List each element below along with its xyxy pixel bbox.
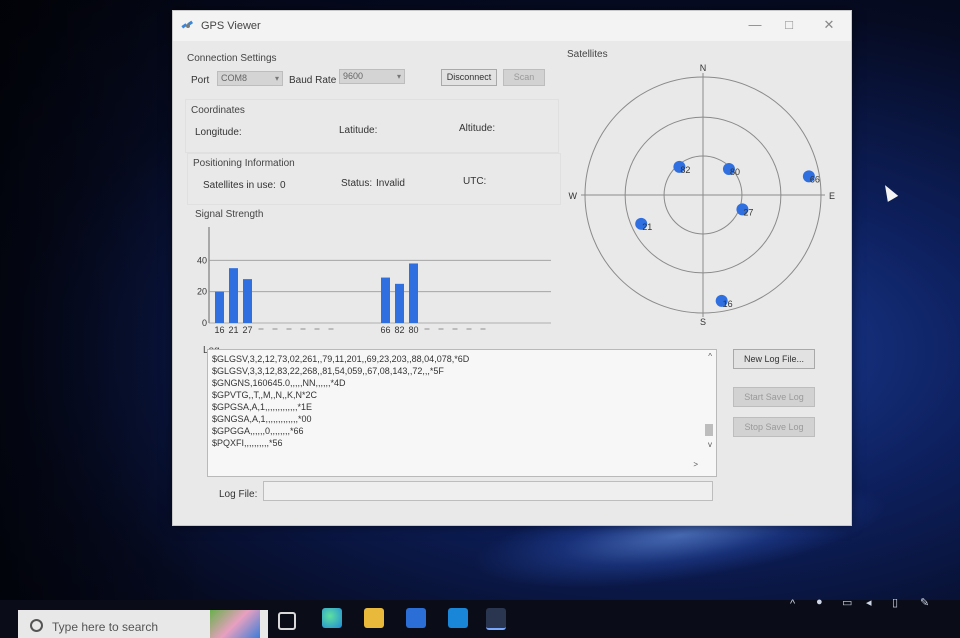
mouse-cursor-icon xyxy=(879,182,899,202)
satellite-app-icon xyxy=(181,20,194,29)
status-value: Invalid xyxy=(376,178,405,189)
log-line: $PQXFI,,,,,,,,,,*56 xyxy=(212,438,283,448)
scan-button[interactable]: Scan xyxy=(503,69,545,86)
signal-bar xyxy=(215,291,224,323)
chevron-down-icon: ▾ xyxy=(274,74,279,83)
maximize-button[interactable]: □ xyxy=(779,17,799,32)
log-line: $GLGSV,3,3,12,83,22,268,,81,54,059,,67,0… xyxy=(212,366,444,376)
satellite-marker: 21 xyxy=(635,217,652,232)
satellite-id-label: 66 xyxy=(810,174,820,184)
edge-browser-icon[interactable] xyxy=(322,608,342,628)
task-view-icon[interactable] xyxy=(278,612,296,630)
satellites-in-use-label: Satellites in use: xyxy=(203,180,276,191)
log-line: $GNGSA,A,1,,,,,,,,,,,,,*00 xyxy=(212,414,312,424)
compass-w-label: W xyxy=(569,191,578,201)
log-line: $GPGSA,A,1,,,,,,,,,,,,,*1E xyxy=(212,402,313,412)
tray-people-icon[interactable]: ● xyxy=(816,596,823,608)
baud-rate-value: 9600 xyxy=(343,71,364,81)
latitude-label: Latitude: xyxy=(339,125,378,136)
log-line: $GLGSV,3,2,12,73,02,261,,79,11,201,,69,2… xyxy=(212,354,470,364)
log-line: $GPVTG,,T,,M,,N,,K,N*2C xyxy=(212,390,318,400)
satellite-id-label: 82 xyxy=(680,165,690,175)
stop-save-log-button[interactable]: Stop Save Log xyxy=(733,417,815,437)
file-explorer-icon[interactable] xyxy=(364,608,384,628)
new-log-file-button[interactable]: New Log File... xyxy=(733,349,815,369)
network-icon[interactable]: ▯ xyxy=(892,596,898,609)
start-save-log-button[interactable]: Start Save Log xyxy=(733,387,815,407)
search-highlight-image xyxy=(210,610,260,638)
altitude-label: Altitude: xyxy=(459,123,496,134)
gps-viewer-window: GPS Viewer — □ ✕ Connection Settings Por… xyxy=(172,10,852,526)
signal-bar xyxy=(229,268,238,323)
satellite-marker: 66 xyxy=(802,170,820,184)
search-placeholder: Type here to search xyxy=(52,620,159,634)
bar-label: 21 xyxy=(228,325,238,335)
satellite-marker: 80 xyxy=(722,163,740,177)
notification-icon[interactable]: ✎ xyxy=(920,596,929,609)
y-tick-label: 0 xyxy=(202,318,207,328)
volume-icon[interactable]: ◂ xyxy=(866,596,872,609)
compass-n-label: N xyxy=(700,63,707,73)
bar-label: 82 xyxy=(394,325,404,335)
y-tick-label: 40 xyxy=(197,255,207,265)
window-title: GPS Viewer xyxy=(201,20,261,32)
positioning-heading: Positioning Information xyxy=(193,158,295,169)
log-file-field[interactable] xyxy=(263,481,713,501)
baud-rate-label: Baud Rate xyxy=(289,75,337,86)
signal-strength-chart: 0 20 40 16 21 27 66 82 80 xyxy=(197,227,551,335)
bar-label: 80 xyxy=(408,325,418,335)
search-icon xyxy=(30,619,43,632)
compass-s-label: S xyxy=(700,317,706,327)
signal-strength-heading: Signal Strength xyxy=(195,209,264,220)
satellite-id-label: 16 xyxy=(723,299,733,309)
signal-bar xyxy=(409,263,418,323)
bar-label: 66 xyxy=(380,325,390,335)
baud-rate-select[interactable]: 9600 ▾ xyxy=(339,69,405,84)
coordinates-heading: Coordinates xyxy=(191,105,245,116)
satellite-id-label: 80 xyxy=(730,167,740,177)
satellite-sky-plot: N S W E 82 80 66 27 21 16 xyxy=(569,63,836,327)
signal-bar xyxy=(243,279,252,323)
mail-icon[interactable] xyxy=(448,608,468,628)
tray-chevron-up-icon[interactable]: ^ xyxy=(790,598,795,610)
satellite-id-label: 27 xyxy=(743,207,753,217)
bar-label: 27 xyxy=(242,325,252,335)
close-button[interactable]: ✕ xyxy=(819,17,839,33)
gps-viewer-taskbar-icon[interactable] xyxy=(486,608,506,630)
connection-settings-heading: Connection Settings xyxy=(187,53,277,64)
satellites-in-use-value: 0 xyxy=(280,180,286,191)
scroll-right-icon[interactable]: > xyxy=(693,460,698,469)
port-label: Port xyxy=(191,75,210,86)
satellite-marker: 16 xyxy=(715,294,733,309)
taskbar-search-box[interactable]: Type here to search xyxy=(18,610,268,638)
compass-e-label: E xyxy=(829,191,835,201)
satellite-id-label: 21 xyxy=(642,222,652,232)
log-output[interactable]: $GLGSV,3,2,12,73,02,261,,79,11,201,,69,2… xyxy=(207,349,717,477)
satellite-marker: 82 xyxy=(673,160,690,175)
satellites-heading: Satellites xyxy=(567,49,608,60)
bar-label: 16 xyxy=(214,325,224,335)
utc-label: UTC: xyxy=(463,176,487,187)
log-line: $GNGNS,160645.0,,,,,NN,,,,,,*4D xyxy=(212,378,346,388)
battery-icon[interactable]: ▭ xyxy=(842,596,852,609)
disconnect-button[interactable]: Disconnect xyxy=(441,69,497,86)
log-file-label: Log File: xyxy=(219,489,258,500)
satellite-marker: 27 xyxy=(736,203,753,217)
store-icon[interactable] xyxy=(406,608,426,628)
scroll-down-icon[interactable]: v xyxy=(708,440,712,449)
minimize-button[interactable]: — xyxy=(745,17,765,32)
signal-bar xyxy=(395,283,404,323)
log-line: $GPGGA,,,,,,0,,,,,,,,*66 xyxy=(212,426,304,436)
title-bar[interactable]: GPS Viewer — □ ✕ xyxy=(173,11,851,41)
port-select[interactable]: COM8 ▾ xyxy=(217,71,283,86)
y-tick-label: 20 xyxy=(197,287,207,297)
chevron-down-icon: ▾ xyxy=(396,72,401,81)
vertical-scrollbar-thumb[interactable] xyxy=(705,424,713,436)
signal-bar xyxy=(381,277,390,323)
port-value: COM8 xyxy=(221,73,248,83)
status-label: Status: xyxy=(341,178,373,189)
scroll-up-icon[interactable]: ^ xyxy=(708,352,712,361)
longitude-label: Longitude: xyxy=(195,127,242,138)
